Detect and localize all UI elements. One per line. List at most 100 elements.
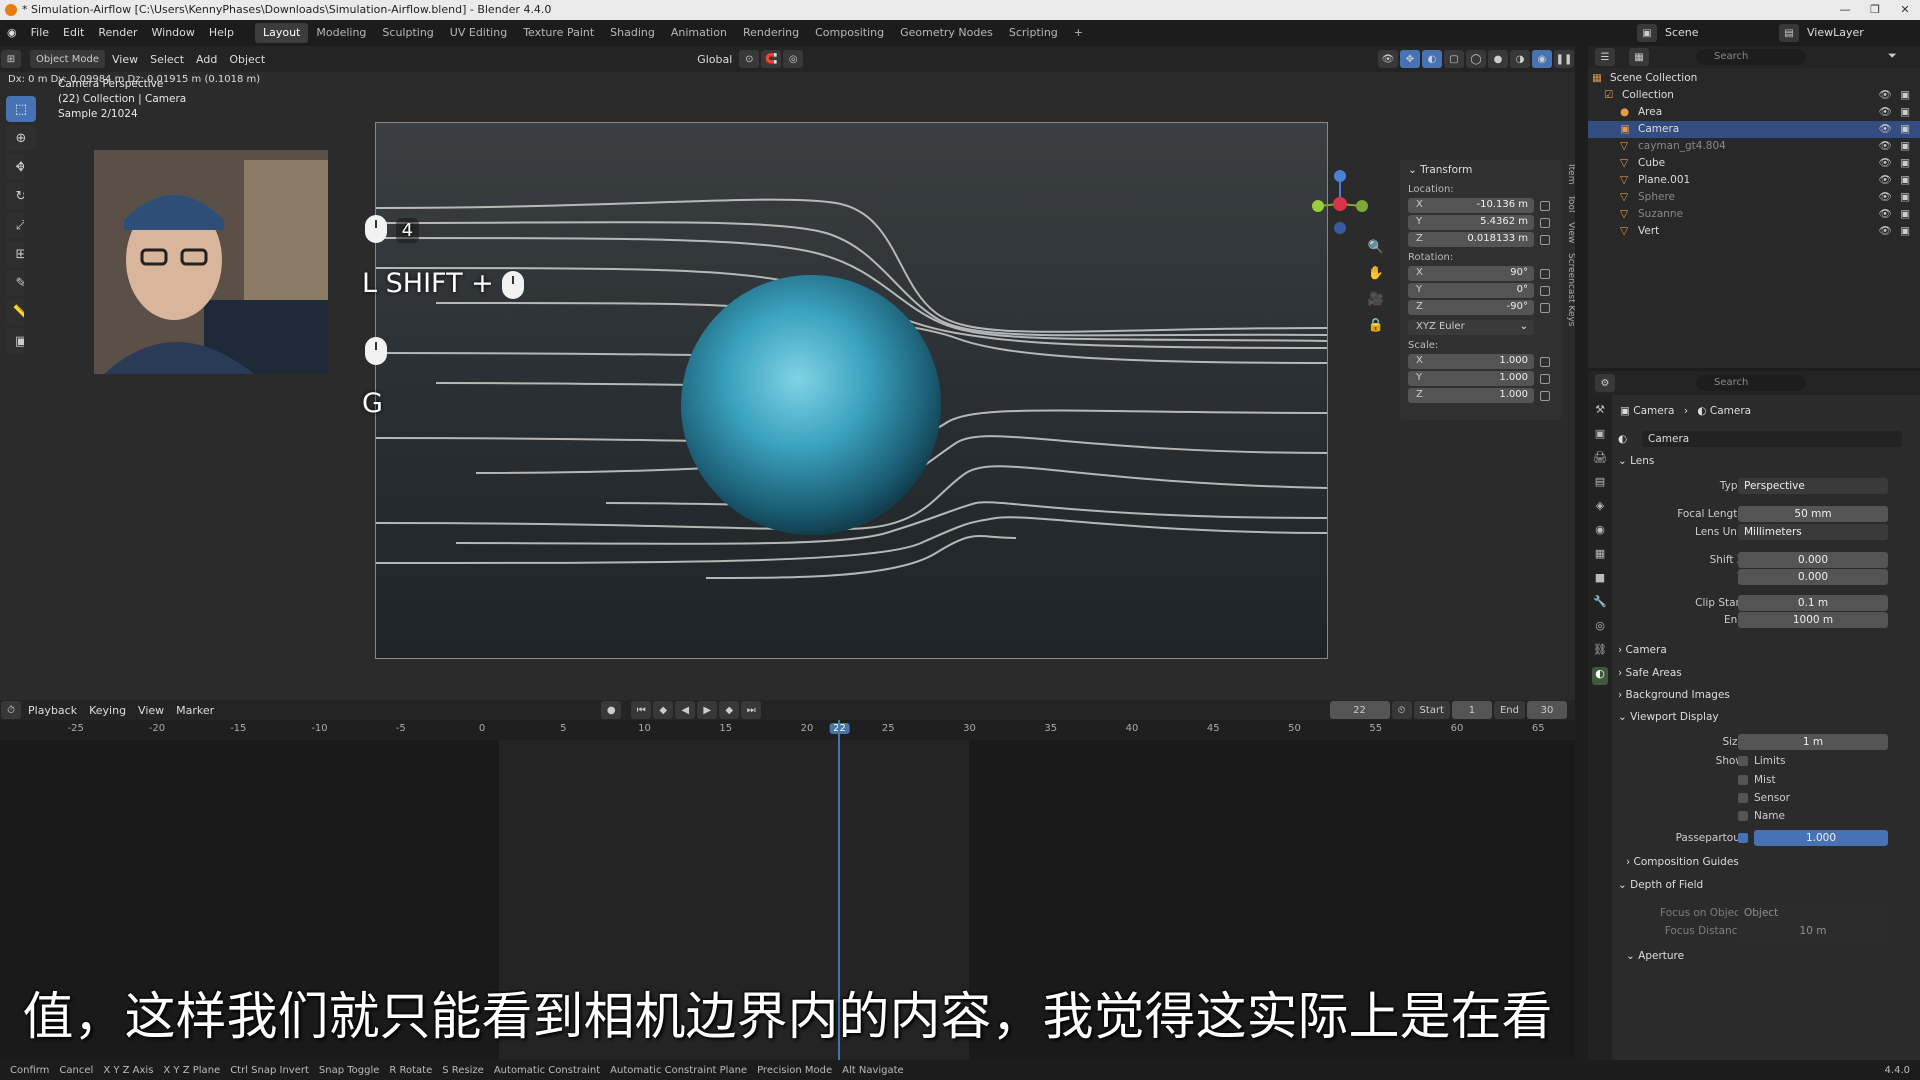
timeline-editor-type-icon[interactable]: ⏱ [1,701,21,719]
wireframe-shading-icon[interactable]: ◯ [1466,50,1486,68]
current-frame-field[interactable]: 22 [1329,701,1390,719]
jump-end-icon[interactable]: ⏭ [741,701,762,719]
scene-selector[interactable]: Scene [1658,20,1778,46]
lock-icon[interactable] [1540,374,1550,384]
tab-geometry-nodes[interactable]: Geometry Nodes [892,23,1001,43]
rotation-y-field[interactable]: Y 0° [1408,283,1534,298]
tab-layout[interactable]: Layout [254,23,309,43]
eye-icon[interactable]: 👁 [1879,121,1892,138]
sidebar-tab-view[interactable]: View [1566,222,1575,243]
pause-render-icon[interactable]: ❚❚ [1554,50,1574,68]
tab-uv-editing[interactable]: UV Editing [442,23,515,43]
eye-icon[interactable]: 👁 [1879,138,1892,155]
physics-properties-tab-icon[interactable]: ◎ [1592,619,1608,637]
lens-unit-dropdown[interactable]: Millimeters [1738,524,1888,540]
collection-properties-tab-icon[interactable]: ▦ [1592,547,1608,565]
shift-x-field[interactable]: 0.000 [1738,552,1888,568]
safe-areas-section-header[interactable]: › Safe Areas [1618,667,1682,679]
playback-menu[interactable]: Playback [22,704,83,717]
outliner-row[interactable]: ▽ Vert 👁 ▣ [1588,223,1920,240]
object-menu[interactable]: Object [223,53,271,66]
mist-checkbox[interactable] [1738,775,1748,785]
lock-icon[interactable] [1540,218,1550,228]
eye-icon[interactable]: 👁 [1879,223,1892,240]
rotation-x-field[interactable]: X 90° [1408,266,1534,281]
eye-icon[interactable]: 👁 [1879,155,1892,172]
scene-properties-tab-icon[interactable]: ◈ [1592,499,1608,517]
solid-shading-icon[interactable]: ● [1488,50,1508,68]
tab-scripting[interactable]: Scripting [1001,23,1066,43]
blender-menu-icon[interactable]: ◉ [0,20,24,46]
background-images-section-header[interactable]: › Background Images [1618,689,1730,701]
proportional-edit-icon[interactable]: ◎ [783,50,804,68]
object-data-properties-tab-icon[interactable]: ◐ [1592,667,1608,685]
view-menu[interactable]: View [106,53,144,66]
jump-start-icon[interactable]: ⏮ [631,701,652,719]
rotation-mode-dropdown[interactable]: XYZ Euler ⌄ [1408,320,1534,335]
jump-keyframe-back-icon[interactable]: ◆ [653,701,674,719]
camera-render-icon[interactable]: ▣ [1900,223,1910,240]
location-z-field[interactable]: Z 0.018133 m [1408,232,1534,247]
camera-render-icon[interactable]: ▣ [1900,138,1910,155]
tool-properties-tab-icon[interactable]: ⚒ [1592,403,1608,421]
output-properties-tab-icon[interactable]: 🖨 [1592,451,1608,469]
lock-icon[interactable] [1540,269,1550,279]
keying-menu[interactable]: Keying [83,704,132,717]
passepartout-checkbox[interactable] [1738,833,1748,843]
outliner-editor-type-icon[interactable]: ☰ [1595,48,1615,66]
maximize-icon[interactable]: ❐ [1860,0,1890,20]
play-reverse-icon[interactable]: ◀ [675,701,696,719]
3d-viewport[interactable]: Dx: 0 m Dy: 0.09984 m Dz: 0.01915 m (0.1… [0,72,1575,700]
tab-modeling[interactable]: Modeling [308,23,374,43]
camera-render-icon[interactable]: ▣ [1900,206,1910,223]
pan-hand-icon[interactable]: ✋ [1367,266,1385,292]
gizmo-toggle-icon[interactable]: ✥ [1400,50,1420,68]
camera-render-icon[interactable]: ▣ [1900,87,1910,104]
camera-render-icon[interactable]: ▣ [1900,121,1910,138]
marker-menu[interactable]: Marker [170,704,220,717]
menu-help[interactable]: Help [202,20,241,46]
cursor-tool-icon[interactable]: ⊕ [6,125,36,151]
aperture-section-header[interactable]: ⌄ Aperture [1626,950,1684,962]
modifier-properties-tab-icon[interactable]: 🔧 [1592,595,1608,613]
lens-type-dropdown[interactable]: Perspective [1738,478,1888,494]
lens-section-header[interactable]: ⌄ Lens [1618,455,1654,467]
tab-sculpting[interactable]: Sculpting [374,23,441,43]
scale-y-field[interactable]: Y 1.000 [1408,371,1534,386]
eye-icon[interactable]: 👁 [1879,189,1892,206]
visibility-icon[interactable]: 👁 [1378,50,1398,68]
viewport-display-section-header[interactable]: ⌄ Viewport Display [1618,711,1719,723]
tab-texture-paint[interactable]: Texture Paint [515,23,602,43]
eye-icon[interactable]: 👁 [1879,87,1892,104]
properties-search-input[interactable]: Search [1696,375,1806,391]
menu-file[interactable]: File [24,20,56,46]
lock-icon[interactable] [1540,286,1550,296]
editor-type-icon[interactable]: ⊞ [1,50,21,68]
add-menu[interactable]: Add [190,53,223,66]
object-properties-tab-icon[interactable]: ■ [1592,571,1608,589]
outliner-row[interactable]: ▽ Plane.001 👁 ▣ [1588,172,1920,189]
eye-icon[interactable]: 👁 [1879,172,1892,189]
timeline-frame-ruler[interactable]: -25-20-15-10-505101520222530354045505560… [0,720,1575,740]
outliner-row[interactable]: ▣ Camera 👁 ▣ [1588,121,1920,138]
sensor-checkbox[interactable] [1738,793,1748,803]
focal-length-field[interactable]: 50 mm [1738,506,1888,522]
camera-datablock-field[interactable]: Camera [1642,431,1902,447]
camera-view-icon[interactable]: 🎥 [1367,292,1385,318]
select-tool-icon[interactable]: ⬚ [6,96,36,122]
sidebar-tab-item[interactable]: Item [1566,164,1575,185]
depth-of-field-section-header[interactable]: ⌄ Depth of Field [1618,879,1703,891]
lock-icon[interactable] [1540,201,1550,211]
outliner-row[interactable]: ▦ Scene Collection [1588,70,1920,87]
limits-checkbox[interactable] [1738,756,1748,766]
filter-icon[interactable]: ⏷ [1888,49,1897,63]
lock-icon[interactable] [1540,357,1550,367]
clip-start-field[interactable]: 0.1 m [1738,595,1888,611]
object-mode-dropdown[interactable]: Object Mode [30,50,105,68]
clock-icon[interactable]: ⏲ [1391,701,1412,719]
eye-icon[interactable]: 👁 [1879,104,1892,121]
scene-icon[interactable]: ▣ [1637,24,1657,42]
navigation-gizmo[interactable] [1310,164,1370,234]
overlay-toggle-icon[interactable]: ◐ [1422,50,1442,68]
lock-icon[interactable] [1540,235,1550,245]
